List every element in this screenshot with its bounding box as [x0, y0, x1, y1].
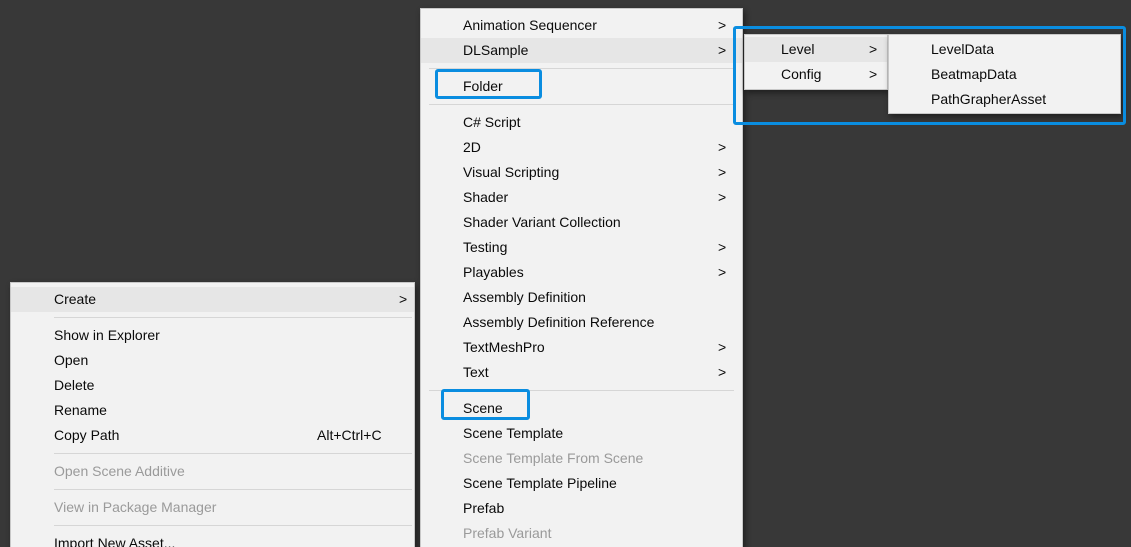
menu-item-label: Scene Template From Scene [463, 450, 644, 466]
menu-item-label: C# Script [463, 114, 521, 130]
menu-item-rename[interactable]: Rename [11, 398, 414, 423]
menu-item-scene[interactable]: Scene [421, 396, 742, 421]
submenu-arrow-icon: > [718, 339, 727, 355]
menu-item-csharp-script[interactable]: C# Script [421, 110, 742, 135]
menu-item-label: BeatmapData [931, 66, 1017, 82]
menu-item-show-in-explorer[interactable]: Show in Explorer [11, 323, 414, 348]
menu-item-label: Scene Template Pipeline [463, 475, 617, 491]
menu-item-open-scene-additive: Open Scene Additive [11, 459, 414, 484]
menu-item-label: Testing [463, 239, 508, 255]
menu-item-label: Folder [463, 78, 503, 94]
menu-item-playables[interactable]: Playables > [421, 260, 742, 285]
menu-item-folder[interactable]: Folder [421, 74, 742, 99]
submenu-arrow-icon: > [869, 66, 878, 82]
menu-item-prefab[interactable]: Prefab [421, 496, 742, 521]
menu-item-delete[interactable]: Delete [11, 373, 414, 398]
menu-separator [11, 312, 414, 323]
menu-item-label: TextMeshPro [463, 339, 545, 355]
menu-item-label: Visual Scripting [463, 164, 560, 180]
menu-item-animation-sequencer[interactable]: Animation Sequencer > [421, 13, 742, 38]
menu-item-import-new-asset[interactable]: Import New Asset... [11, 531, 414, 547]
menu-item-label: Level [781, 41, 815, 57]
shortcut-label: Alt+Ctrl+C [317, 427, 382, 443]
menu-separator [421, 385, 742, 396]
menu-item-label: Assembly Definition Reference [463, 314, 655, 330]
submenu-arrow-icon: > [718, 42, 727, 58]
level-submenu: LevelData BeatmapData PathGrapherAsset [888, 34, 1121, 114]
menu-item-beatmap-data[interactable]: BeatmapData [889, 62, 1120, 87]
menu-item-testing[interactable]: Testing > [421, 235, 742, 260]
create-submenu: Animation Sequencer > DLSample > Folder … [420, 8, 743, 547]
menu-item-assembly-definition-reference[interactable]: Assembly Definition Reference [421, 310, 742, 335]
menu-item-label: LevelData [931, 41, 995, 57]
menu-item-visual-scripting[interactable]: Visual Scripting > [421, 160, 742, 185]
menu-item-label: Delete [54, 377, 95, 393]
menu-item-label: Prefab [463, 500, 505, 516]
menu-separator [11, 448, 414, 459]
menu-item-label: View in Package Manager [54, 499, 217, 515]
menu-item-create[interactable]: Create > [11, 287, 414, 312]
menu-item-path-grapher-asset[interactable]: PathGrapherAsset [889, 87, 1120, 112]
menu-item-label: Create [54, 291, 97, 307]
menu-separator [421, 99, 742, 110]
menu-item-textmeshpro[interactable]: TextMeshPro > [421, 335, 742, 360]
menu-separator [11, 520, 414, 531]
menu-item-label: Config [781, 66, 822, 82]
project-context-menu: Create > Show in Explorer Open Delete Re… [10, 282, 415, 547]
menu-item-view-in-package-manager: View in Package Manager [11, 495, 414, 520]
menu-item-label: Open [54, 352, 89, 368]
menu-item-label: PathGrapherAsset [931, 91, 1047, 107]
editor-background: Create > Show in Explorer Open Delete Re… [0, 0, 1131, 547]
submenu-arrow-icon: > [718, 139, 727, 155]
menu-item-label: Text [463, 364, 489, 380]
menu-item-label: Show in Explorer [54, 327, 160, 343]
menu-item-label: Rename [54, 402, 107, 418]
menu-item-prefab-variant: Prefab Variant [421, 521, 742, 546]
menu-item-label: DLSample [463, 42, 529, 58]
menu-item-shader[interactable]: Shader > [421, 185, 742, 210]
menu-item-scene-template-pipeline[interactable]: Scene Template Pipeline [421, 471, 742, 496]
submenu-arrow-icon: > [399, 291, 408, 307]
menu-item-scene-template[interactable]: Scene Template [421, 421, 742, 446]
menu-item-level[interactable]: Level > [745, 37, 887, 62]
menu-item-label: Shader Variant Collection [463, 214, 621, 230]
submenu-arrow-icon: > [718, 164, 727, 180]
menu-item-2d[interactable]: 2D > [421, 135, 742, 160]
menu-item-label: Copy Path [54, 427, 120, 443]
menu-item-label: Playables [463, 264, 524, 280]
menu-item-dlsample[interactable]: DLSample > [421, 38, 742, 63]
menu-item-label: Open Scene Additive [54, 463, 185, 479]
menu-item-label: Animation Sequencer [463, 17, 597, 33]
menu-separator [421, 63, 742, 74]
submenu-arrow-icon: > [718, 17, 727, 33]
menu-item-copy-path[interactable]: Copy Path Alt+Ctrl+C [11, 423, 414, 448]
menu-item-label: Shader [463, 189, 509, 205]
menu-item-text[interactable]: Text > [421, 360, 742, 385]
menu-item-config[interactable]: Config > [745, 62, 887, 87]
menu-item-label: Scene Template [463, 425, 564, 441]
submenu-arrow-icon: > [718, 239, 727, 255]
menu-separator [11, 484, 414, 495]
menu-item-label: 2D [463, 139, 481, 155]
submenu-arrow-icon: > [718, 189, 727, 205]
menu-item-label: Scene [463, 400, 503, 416]
menu-item-label: Prefab Variant [463, 525, 552, 541]
menu-item-label: Assembly Definition [463, 289, 586, 305]
submenu-arrow-icon: > [718, 264, 727, 280]
menu-item-shader-variant-collection[interactable]: Shader Variant Collection [421, 210, 742, 235]
menu-item-level-data[interactable]: LevelData [889, 37, 1120, 62]
menu-item-assembly-definition[interactable]: Assembly Definition [421, 285, 742, 310]
submenu-arrow-icon: > [869, 41, 878, 57]
menu-item-scene-template-from-scene: Scene Template From Scene [421, 446, 742, 471]
submenu-arrow-icon: > [718, 364, 727, 380]
menu-item-open[interactable]: Open [11, 348, 414, 373]
dlsample-submenu: Level > Config > [744, 34, 888, 90]
menu-item-label: Import New Asset... [54, 535, 176, 547]
